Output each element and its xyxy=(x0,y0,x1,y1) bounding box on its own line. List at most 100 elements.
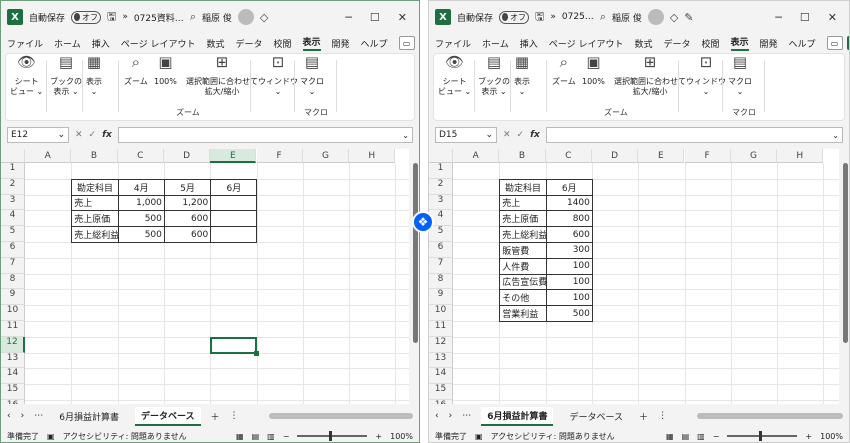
sheet-tab[interactable]: データベース xyxy=(563,408,629,425)
maximize-icon[interactable]: ☐ xyxy=(370,11,380,24)
table-cell[interactable]: 人件費 xyxy=(499,257,547,275)
zoom-in-icon[interactable]: + xyxy=(375,432,382,441)
table-cell[interactable]: 売上原価 xyxy=(499,210,547,228)
menu-tab-8[interactable]: 開発 xyxy=(760,37,778,50)
normal-view-icon[interactable]: ▦ xyxy=(666,432,674,441)
cancel-icon[interactable]: ✕ xyxy=(75,130,83,140)
table-cell[interactable]: 600 xyxy=(163,226,212,243)
column-header[interactable]: E xyxy=(210,149,257,163)
menu-tab-0[interactable]: ファイル xyxy=(435,37,471,50)
menu-tab-6[interactable]: 校閲 xyxy=(701,37,719,50)
chevron-down-icon[interactable]: ⌄ xyxy=(485,130,493,140)
name-box[interactable]: E12 ⌄ xyxy=(7,127,69,143)
table-cell[interactable]: 600 xyxy=(545,226,593,243)
column-header[interactable]: A xyxy=(453,149,500,163)
vertical-scrollbar[interactable] xyxy=(411,149,419,404)
row-header[interactable]: 14 xyxy=(1,368,25,385)
table-header-cell[interactable]: 勘定科目 xyxy=(71,178,119,196)
zoom-slider[interactable] xyxy=(297,431,368,441)
row-header[interactable]: 1 xyxy=(1,163,25,179)
pen-icon[interactable]: ✎ xyxy=(684,11,693,24)
active-cell[interactable] xyxy=(210,336,260,356)
column-header[interactable]: B xyxy=(71,149,118,163)
sheet-tab[interactable]: 6月損益計算書 xyxy=(53,408,125,425)
macro-button[interactable]: ▤ マクロ ⌄ xyxy=(300,55,324,97)
prev-sheet-icon[interactable]: ‹ xyxy=(435,411,439,421)
table-header-cell[interactable]: 6月 xyxy=(545,178,593,196)
next-sheet-icon[interactable]: › xyxy=(21,411,25,421)
sheet-view-button[interactable]: 👁 シート ビュー ⌄ xyxy=(10,55,43,97)
macro-record-icon[interactable]: ▣ xyxy=(475,432,483,441)
diamond-icon[interactable]: ◇ xyxy=(670,11,678,24)
search-icon[interactable]: ⌕ xyxy=(600,10,606,24)
row-header[interactable]: 3 xyxy=(1,194,25,211)
vertical-scrollbar[interactable] xyxy=(841,149,849,404)
menu-tab-5[interactable]: データ xyxy=(235,37,262,50)
column-header[interactable]: C xyxy=(117,149,164,163)
sheet-view-button[interactable]: 👁 シート ビュー ⌄ xyxy=(438,55,471,97)
row-header[interactable]: 9 xyxy=(1,289,25,306)
enter-icon[interactable]: ✓ xyxy=(517,130,525,140)
row-header[interactable]: 10 xyxy=(1,305,25,321)
scroll-thumb[interactable] xyxy=(843,163,848,343)
macro-button[interactable]: ▤ マクロ ⌄ xyxy=(728,55,752,97)
menu-tab-1[interactable]: ホーム xyxy=(54,37,81,50)
zoom-100-button[interactable]: ▣ 100% xyxy=(154,55,177,87)
chevron-down-icon[interactable]: ⌄ xyxy=(57,130,65,140)
table-header-cell[interactable]: 勘定科目 xyxy=(499,178,547,196)
sheet-grid[interactable]: ABCDEFGH12345678910111213141516勘定科目4月5月6… xyxy=(1,149,409,404)
table-cell[interactable]: 1,000 xyxy=(117,194,165,212)
sheet-grid[interactable]: ABCDEFGH12345678910111213141516勘定科目6月売上1… xyxy=(429,149,839,404)
menu-tab-5[interactable]: データ xyxy=(663,37,690,50)
share-icon[interactable]: ⇪⌄ xyxy=(846,36,849,50)
maximize-icon[interactable]: ☐ xyxy=(800,11,810,24)
menu-tab-2[interactable]: 挿入 xyxy=(92,37,110,50)
table-cell[interactable] xyxy=(210,210,258,228)
book-view-button[interactable]: ▤ ブックの 表示 ⌄ xyxy=(50,55,82,97)
expand-formula-icon[interactable]: ⌄ xyxy=(402,131,409,140)
table-header-cell[interactable]: 5月 xyxy=(163,178,212,196)
horizontal-scrollbar[interactable] xyxy=(697,413,843,419)
row-header[interactable]: 6 xyxy=(1,242,25,258)
zoom-percent[interactable]: 100% xyxy=(390,432,413,441)
menu-tab-7[interactable]: 表示 xyxy=(730,35,749,51)
row-header[interactable]: 8 xyxy=(429,273,453,290)
page-break-icon[interactable]: ▥ xyxy=(267,432,275,441)
zoom-out-icon[interactable]: − xyxy=(283,432,290,441)
table-cell[interactable]: 販管費 xyxy=(499,242,547,259)
formula-input[interactable]: ⌄ xyxy=(117,127,413,143)
table-cell[interactable]: 500 xyxy=(117,210,165,228)
add-sheet-icon[interactable]: ＋ xyxy=(639,410,648,423)
row-header[interactable]: 5 xyxy=(1,226,25,242)
column-header[interactable]: H xyxy=(349,149,396,163)
table-cell[interactable]: 1400 xyxy=(545,194,593,212)
accessibility-status[interactable]: アクセシビリティ: 問題ありません xyxy=(63,431,187,442)
tab-options-icon[interactable]: ⋮ xyxy=(658,411,667,421)
zoom-selection-button[interactable]: ⊞ 選択範囲に合わせて 拡大/縮小 xyxy=(186,55,258,97)
next-sheet-icon[interactable]: › xyxy=(449,411,453,421)
table-cell[interactable] xyxy=(210,226,258,243)
table-header-cell[interactable]: 4月 xyxy=(117,178,165,196)
table-cell[interactable]: 100 xyxy=(545,289,593,307)
accessibility-status[interactable]: アクセシビリティ: 問題ありません xyxy=(491,431,615,442)
horizontal-scrollbar[interactable] xyxy=(268,413,413,419)
table-cell[interactable]: 売上総利益 xyxy=(499,226,547,243)
user-name[interactable]: 稲原 俊 xyxy=(612,11,642,24)
enter-icon[interactable]: ✓ xyxy=(89,130,97,140)
table-cell[interactable]: 300 xyxy=(545,242,593,259)
sheet-tab[interactable]: 6月損益計算書 xyxy=(481,406,554,426)
zoom-percent[interactable]: 100% xyxy=(820,432,843,441)
page-break-icon[interactable]: ▥ xyxy=(697,432,705,441)
menu-tab-0[interactable]: ファイル xyxy=(7,37,43,50)
name-box[interactable]: D15 ⌄ xyxy=(435,127,497,143)
row-header[interactable]: 15 xyxy=(1,384,25,400)
diamond-icon[interactable]: ◇ xyxy=(260,11,268,24)
save-icon[interactable]: 🖫 xyxy=(107,8,116,27)
menu-tab-6[interactable]: 校閲 xyxy=(273,37,291,50)
formula-input[interactable]: ⌄ xyxy=(545,127,843,143)
column-header[interactable]: H xyxy=(777,149,824,163)
table-cell[interactable]: 売上 xyxy=(71,194,119,212)
row-header[interactable]: 13 xyxy=(429,352,453,369)
comment-icon[interactable]: ▭ xyxy=(398,36,415,50)
column-header[interactable]: G xyxy=(302,149,350,163)
